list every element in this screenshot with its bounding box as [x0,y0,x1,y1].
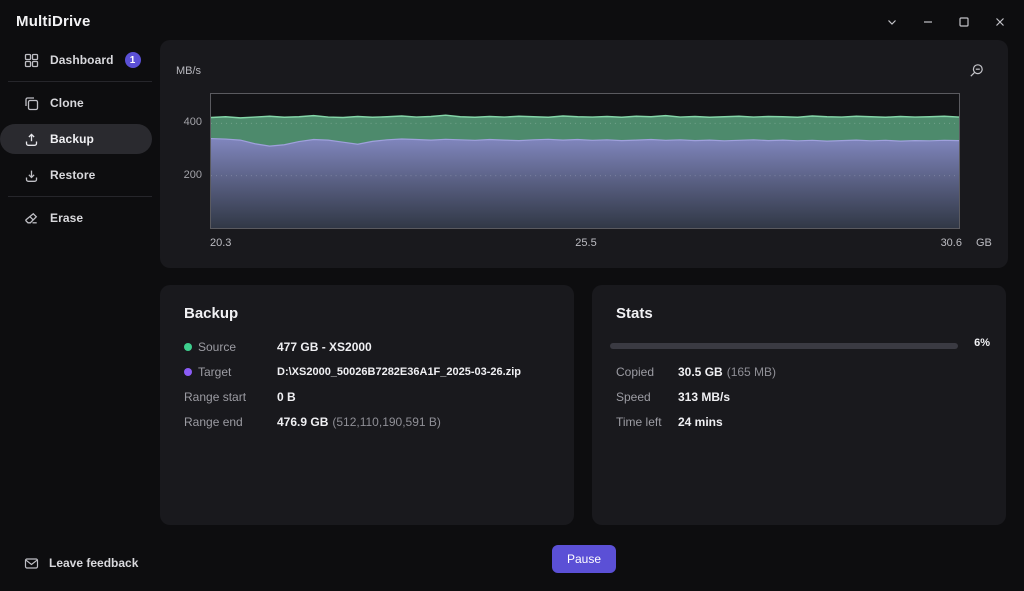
dashboard-badge: 1 [124,52,141,68]
range-start-label: Range start [184,390,247,404]
backup-card-title: Backup [184,305,239,322]
sidebar-divider [8,81,152,82]
y-axis-unit-label: MB/s [176,65,202,77]
range-end-bytes: (512,110,190,591 B) [332,415,441,429]
clone-copy-icon [24,96,39,111]
leave-feedback-label: Leave feedback [49,556,139,570]
speed-chart-plot [210,93,960,229]
sidebar-item-backup[interactable]: Backup [0,124,152,154]
close-icon [994,16,1006,28]
app-window: MultiDrive Dashboard 1 Clone Backup Rest… [0,0,1024,591]
backup-info-card: Backup Source 477 GB - XS2000 Target D:\… [160,285,574,525]
speed-label: Speed [616,390,651,404]
range-end-value: 476.9 GB (512,110,190,591 B) [277,415,441,429]
stats-card: Stats 6% Copied 30.5 GB (165 MB) Speed 31… [592,285,1006,525]
sidebar-item-clone[interactable]: Clone [0,88,152,118]
speed-area-chart [211,114,959,228]
copied-row: Copied 30.5 GB (165 MB) [616,365,990,379]
copied-recent: (165 MB) [726,365,777,379]
copied-value: 30.5 GB (165 MB) [678,365,777,379]
speed-chart-card: MB/s 400 200 20.3 25.5 30.6 GB [160,40,1008,268]
y-tick-400: 400 [183,116,202,128]
maximize-icon [958,16,970,28]
app-title: MultiDrive [16,13,91,30]
chevron-down-icon [886,16,898,28]
copied-label: Copied [616,365,655,379]
progress-bar-fill [610,343,631,349]
titlebar: MultiDrive [0,0,1024,44]
minimize-icon [922,16,934,28]
x-tick-start: 20.3 [210,237,232,249]
minimize-button[interactable] [914,10,942,34]
sidebar: Dashboard 1 Clone Backup Restore Erase L… [0,44,160,591]
envelope-icon [24,556,39,571]
zoom-out-icon [968,63,984,82]
sidebar-item-erase[interactable]: Erase [0,203,152,233]
sidebar-item-dashboard[interactable]: Dashboard 1 [0,45,152,75]
time-left-value: 24 mins [678,415,723,429]
target-row: Target D:\XS2000_50026B7282E36A1F_2025-0… [184,365,558,379]
leave-feedback-button[interactable]: Leave feedback [0,548,138,578]
time-left-label: Time left [616,415,662,429]
x-axis-ticks: 20.3 25.5 30.6 [210,237,962,249]
progress-bar [610,343,958,349]
eraser-icon [24,211,39,226]
window-controls [878,10,1014,34]
speed-row: Speed 313 MB/s [616,390,990,404]
x-axis-unit-label: GB [976,237,992,249]
sidebar-item-label: Restore [50,168,96,182]
time-left-row: Time left 24 mins [616,415,990,429]
sidebar-item-label: Dashboard [50,53,114,67]
target-label: Target [184,365,277,379]
zoom-out-button[interactable] [966,62,986,82]
stats-card-title: Stats [616,305,653,322]
range-start-row: Range start 0 B [184,390,558,404]
sidebar-item-restore[interactable]: Restore [0,160,152,190]
source-label: Source [184,340,277,354]
sidebar-divider [8,196,152,197]
maximize-button[interactable] [950,10,978,34]
window-menu-button[interactable] [878,10,906,34]
y-tick-200: 200 [183,169,202,181]
source-row: Source 477 GB - XS2000 [184,340,558,354]
progress-percent-label: 6% [974,337,990,349]
sidebar-item-label: Erase [50,211,84,225]
speed-value: 313 MB/s [678,390,731,404]
source-dot [184,343,192,351]
x-tick-mid: 25.5 [575,237,597,249]
x-tick-end: 30.6 [940,237,962,249]
range-start-value: 0 B [277,390,296,404]
dashboard-grid-icon [24,53,39,68]
target-dot [184,368,192,376]
range-end-row: Range end 476.9 GB (512,110,190,591 B) [184,415,558,429]
restore-download-icon [24,168,39,183]
source-value: 477 GB - XS2000 [277,340,372,354]
sidebar-item-label: Clone [50,96,84,110]
target-value: D:\XS2000_50026B7282E36A1F_2025-03-26.zi… [277,366,521,378]
sidebar-item-label: Backup [50,132,94,146]
range-end-label: Range end [184,415,243,429]
close-button[interactable] [986,10,1014,34]
pause-button[interactable]: Pause [552,545,616,573]
backup-upload-icon [24,132,39,147]
